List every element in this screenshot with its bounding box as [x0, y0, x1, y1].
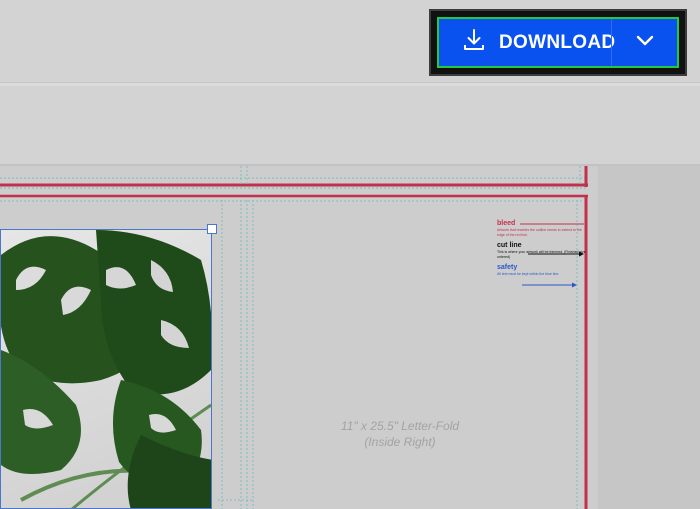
panel-caption: 11" x 25.5" Letter-Fold (Inside Right) — [330, 418, 470, 450]
legend-cut-line: cut line This is where your artwork will… — [497, 241, 587, 260]
legend-bleed: bleed Artwork that reaches the outline n… — [497, 219, 587, 238]
legend-safety: safety All text must be kept within the … — [497, 263, 587, 277]
legend-bleed-desc: Artwork that reaches the outline needs t… — [497, 228, 582, 237]
legend-safety-title: safety — [497, 264, 518, 271]
monstera-photo[interactable] — [0, 229, 212, 509]
download-button[interactable]: DOWNLOAD — [437, 17, 679, 68]
download-icon — [463, 28, 499, 57]
guide-legend: bleed Artwork that reaches the outline n… — [497, 219, 587, 277]
panel-caption-side: (Inside Right) — [364, 435, 436, 449]
legend-cut-line-desc: This is where your artwork will be trimm… — [497, 250, 586, 259]
download-dropdown-toggle[interactable] — [612, 19, 677, 66]
legend-cut-line-title: cut line — [497, 242, 522, 249]
legend-safety-desc: All text must be kept within the blue li… — [497, 272, 560, 276]
download-label: DOWNLOAD — [499, 31, 616, 53]
legend-bleed-title: bleed — [497, 220, 516, 227]
monstera-leaves-image — [1, 230, 211, 508]
resize-handle[interactable] — [207, 224, 217, 234]
chevron-down-icon — [636, 34, 654, 52]
panel-caption-size: 11" x 25.5" Letter-Fold — [340, 419, 460, 433]
download-main-action[interactable]: DOWNLOAD — [439, 19, 615, 66]
